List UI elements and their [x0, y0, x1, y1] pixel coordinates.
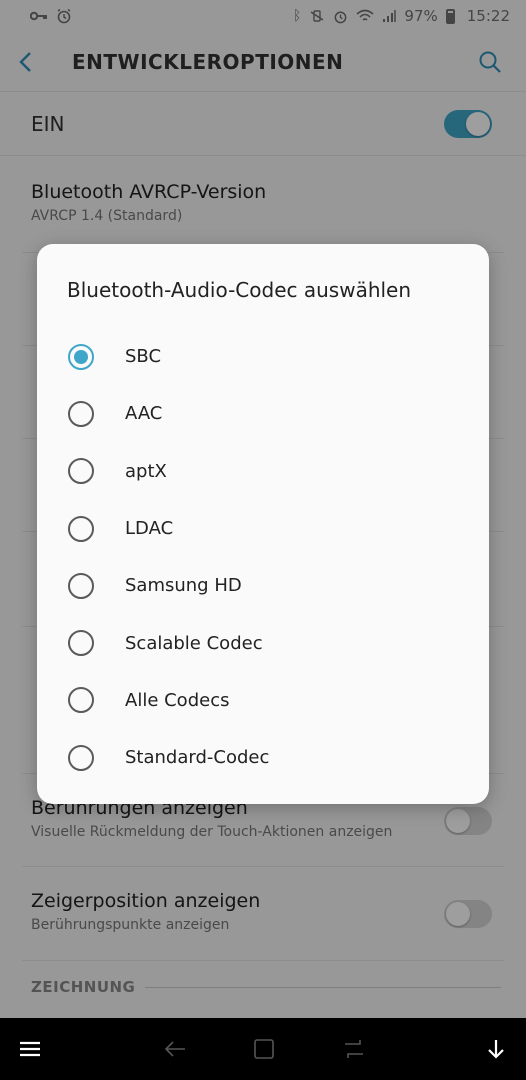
radio-button[interactable] [68, 572, 94, 599]
radio-button[interactable] [68, 400, 94, 427]
codec-option-sbc[interactable]: SBC [37, 328, 489, 385]
codec-option-aac[interactable]: AAC [37, 385, 489, 442]
nav-back-button[interactable] [155, 1018, 195, 1080]
nav-recents-button[interactable] [334, 1018, 374, 1080]
codec-option-ldac[interactable]: LDAC [37, 500, 489, 557]
hide-navbar-button[interactable] [476, 1018, 516, 1080]
option-label: aptX [125, 460, 167, 482]
nav-home-button[interactable] [244, 1018, 284, 1080]
codec-options-list: SBC AAC aptX LDAC Samsung HD Scalable Co… [37, 328, 489, 786]
radio-button[interactable] [68, 687, 94, 714]
arrow-down-icon [488, 1040, 504, 1059]
navigation-bar [0, 1018, 526, 1080]
codec-option-all[interactable]: Alle Codecs [37, 672, 489, 729]
menu-icon [20, 1041, 40, 1057]
home-square-icon [254, 1039, 274, 1059]
radio-button[interactable] [68, 515, 94, 542]
option-label: SBC [125, 346, 162, 368]
dialog-title: Bluetooth-Audio-Codec auswählen [67, 278, 412, 302]
radio-button[interactable] [68, 630, 94, 657]
option-label: Scalable Codec [125, 632, 263, 654]
back-arrow-icon [164, 1041, 185, 1057]
option-label: Samsung HD [125, 575, 242, 597]
menu-button[interactable] [10, 1018, 50, 1080]
radio-button[interactable] [68, 343, 94, 370]
codec-option-default[interactable]: Standard-Codec [37, 729, 489, 786]
option-label: AAC [125, 403, 163, 425]
option-label: Alle Codecs [125, 689, 230, 711]
option-label: Standard-Codec [125, 747, 270, 769]
codec-select-dialog: Bluetooth-Audio-Codec auswählen SBC AAC … [37, 244, 489, 804]
recents-icon [345, 1040, 363, 1058]
codec-option-scalable[interactable]: Scalable Codec [37, 614, 489, 671]
codec-option-samsung-hd[interactable]: Samsung HD [37, 557, 489, 614]
radio-button[interactable] [68, 458, 94, 485]
codec-option-aptx[interactable]: aptX [37, 443, 489, 500]
radio-button[interactable] [68, 744, 94, 771]
option-label: LDAC [125, 518, 174, 540]
